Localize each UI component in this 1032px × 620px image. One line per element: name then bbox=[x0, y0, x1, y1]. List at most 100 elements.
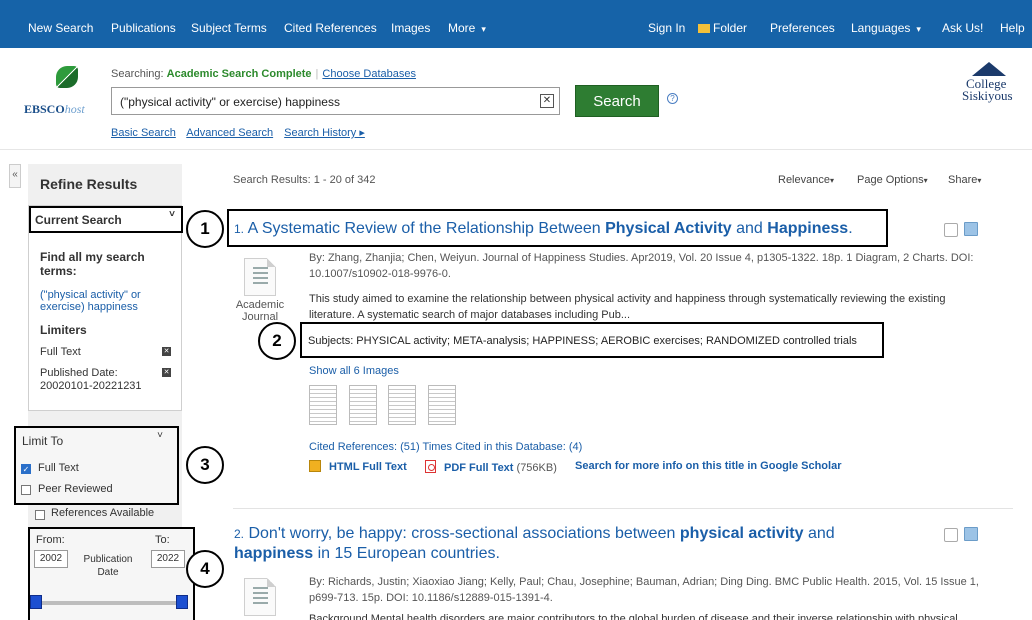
nav-languages-label: Languages bbox=[851, 21, 911, 35]
chevron-down-icon: ▾ bbox=[923, 176, 928, 185]
remove-limiter-icon[interactable]: ✕ bbox=[162, 368, 171, 377]
relevance-sort-menu[interactable]: Relevance▾ bbox=[778, 174, 834, 186]
date-slider-end-handle[interactable] bbox=[176, 595, 188, 609]
date-slider-track[interactable] bbox=[38, 601, 186, 605]
search-history-link[interactable]: Search History ▸ bbox=[284, 127, 365, 139]
result-1-subjects-highlight: Subjects: PHYSICAL activity; META-analys… bbox=[300, 322, 884, 358]
search-input[interactable]: ("physical activity" or exercise) happin… bbox=[111, 87, 560, 115]
chevron-down-icon: ▾ bbox=[977, 176, 982, 185]
limiter-published-date-label: Published Date: bbox=[40, 367, 118, 379]
title-text: Don't worry, be happy: cross-sectional a… bbox=[248, 525, 680, 542]
nav-publications[interactable]: Publications bbox=[111, 21, 176, 35]
nav-ask-us[interactable]: Ask Us! bbox=[942, 21, 983, 35]
limit-to-panel: Limit To ˅ ✓ Full Text Peer Reviewed bbox=[14, 426, 179, 505]
abstract-line-1: This study aimed to examine the relation… bbox=[309, 293, 946, 305]
result-1-abstract: This study aimed to examine the relation… bbox=[309, 291, 1009, 323]
academic-journal-icon[interactable] bbox=[244, 258, 276, 296]
google-scholar-link[interactable]: Search for more info on this title in Go… bbox=[575, 460, 841, 472]
current-search-header[interactable]: Current Search ˅ bbox=[29, 206, 183, 233]
pdf-full-text-link[interactable]: PDF Full Text (756KB) bbox=[425, 460, 557, 474]
nav-cited-references[interactable]: Cited References bbox=[284, 21, 377, 35]
peer-reviewed-label: Peer Reviewed bbox=[38, 483, 113, 495]
limiter-published-date-value: 20020101-20221231 bbox=[40, 380, 142, 392]
results-count-value: 1 - 20 of 342 bbox=[313, 174, 376, 186]
limit-to-title[interactable]: Limit To bbox=[22, 434, 63, 448]
nav-languages-menu[interactable]: Languages ▾ bbox=[851, 21, 921, 35]
result-divider bbox=[233, 508, 1013, 509]
folder-icon bbox=[698, 24, 710, 33]
show-all-images-link[interactable]: Show all 6 Images bbox=[309, 365, 399, 377]
result-number: 2. bbox=[234, 527, 245, 541]
preview-magnifier-icon[interactable] bbox=[944, 223, 958, 237]
date-slider-start-handle[interactable] bbox=[30, 595, 42, 609]
document-type-label: Academic Journal bbox=[235, 299, 285, 323]
nav-help[interactable]: Help bbox=[1000, 21, 1025, 35]
basic-search-link[interactable]: Basic Search bbox=[111, 127, 176, 139]
clear-search-icon[interactable]: ✕ bbox=[540, 94, 554, 108]
remove-limiter-icon[interactable]: ✕ bbox=[162, 347, 171, 356]
from-year-input[interactable]: 2002 bbox=[34, 550, 68, 568]
nav-subject-terms[interactable]: Subject Terms bbox=[191, 21, 267, 35]
callout-1: 1 bbox=[186, 210, 224, 248]
title-text: and bbox=[731, 220, 768, 237]
result-1-citation: By: Zhang, Zhanjia; Chen, Weiyun. Journa… bbox=[309, 250, 1009, 282]
nav-more-label: More bbox=[448, 21, 476, 35]
cited-references-link[interactable]: Cited References: (51) Times Cited in th… bbox=[309, 441, 582, 453]
full-text-checkbox[interactable]: ✓ bbox=[21, 464, 31, 474]
result-number: 1. bbox=[234, 222, 245, 236]
html-document-icon bbox=[309, 460, 321, 472]
preview-magnifier-icon[interactable] bbox=[944, 528, 958, 542]
title-highlight: Physical Activity bbox=[605, 220, 732, 237]
nav-images[interactable]: Images bbox=[391, 21, 430, 35]
callout-4: 4 bbox=[186, 550, 224, 588]
publication-date-panel: From: To: 2002 2022 Publication Date bbox=[28, 527, 195, 620]
choose-databases-link[interactable]: Choose Databases bbox=[322, 68, 416, 80]
pdf-icon bbox=[425, 460, 436, 473]
result-2-citation: By: Richards, Justin; Xiaoxiao Jiang; Ke… bbox=[309, 574, 1009, 606]
academic-journal-icon[interactable] bbox=[244, 578, 276, 616]
callout-2: 2 bbox=[258, 322, 296, 360]
add-to-folder-icon[interactable] bbox=[964, 222, 978, 236]
from-label: From: bbox=[36, 534, 65, 546]
to-year-input[interactable]: 2022 bbox=[151, 550, 185, 568]
full-text-label: Full Text bbox=[38, 462, 79, 474]
ebscohost-logo[interactable]: EBSCOhost bbox=[24, 102, 85, 117]
image-thumbnail[interactable] bbox=[428, 385, 456, 425]
page-options-menu[interactable]: Page Options▾ bbox=[857, 174, 928, 186]
publication-date-label: Publication Date bbox=[83, 554, 133, 578]
help-icon[interactable]: ? bbox=[667, 93, 678, 104]
chevron-down-icon: ˅ bbox=[169, 209, 175, 220]
collapse-sidebar-button[interactable]: « bbox=[9, 164, 21, 188]
logo-suffix: host bbox=[64, 102, 85, 116]
share-menu[interactable]: Share▾ bbox=[948, 174, 981, 186]
image-thumbnail[interactable] bbox=[349, 385, 377, 425]
chevron-down-icon[interactable]: ˅ bbox=[157, 430, 163, 441]
search-mode-links: Basic Search Advanced Search Search Hist… bbox=[111, 126, 373, 139]
image-thumbnail[interactable] bbox=[388, 385, 416, 425]
searching-label: Searching: bbox=[111, 68, 164, 80]
citation-line-2: p699-713. 15p. DOI: 10.1186/s12889-015-1… bbox=[309, 592, 553, 604]
result-2-title[interactable]: 2. Don't worry, be happy: cross-sectiona… bbox=[234, 524, 914, 564]
add-to-folder-icon[interactable] bbox=[964, 527, 978, 541]
advanced-search-link[interactable]: Advanced Search bbox=[186, 127, 273, 139]
nav-more-menu[interactable]: More ▾ bbox=[448, 21, 486, 35]
searching-line: Searching: Academic Search Complete | Choo… bbox=[111, 68, 416, 80]
html-full-text-link[interactable]: HTML Full Text bbox=[309, 460, 407, 473]
nav-new-search[interactable]: New Search bbox=[28, 21, 93, 35]
peer-reviewed-checkbox[interactable] bbox=[21, 485, 31, 495]
nav-folder[interactable]: Folder bbox=[698, 21, 747, 35]
current-search-panel: Current Search ˅ Find all my search term… bbox=[28, 205, 183, 411]
search-terms-link[interactable]: ("physical activity" or exercise) happin… bbox=[40, 289, 176, 313]
result-1-title[interactable]: 1. A Systematic Review of the Relationsh… bbox=[234, 220, 853, 238]
search-button[interactable]: Search bbox=[575, 85, 659, 117]
pdf-size: (756KB) bbox=[516, 462, 557, 474]
abstract-line-1: Background Mental health disorders are m… bbox=[309, 613, 958, 620]
nav-preferences[interactable]: Preferences bbox=[770, 21, 835, 35]
chevron-down-icon: ▾ bbox=[916, 24, 921, 34]
references-available-checkbox[interactable] bbox=[35, 510, 45, 520]
search-query-text: ("physical activity" or exercise) happin… bbox=[120, 95, 340, 109]
nav-sign-in[interactable]: Sign In bbox=[648, 21, 685, 35]
image-thumbnail[interactable] bbox=[309, 385, 337, 425]
current-search-label: Current Search bbox=[35, 213, 122, 227]
results-count: Search Results: 1 - 20 of 342 bbox=[233, 174, 376, 186]
